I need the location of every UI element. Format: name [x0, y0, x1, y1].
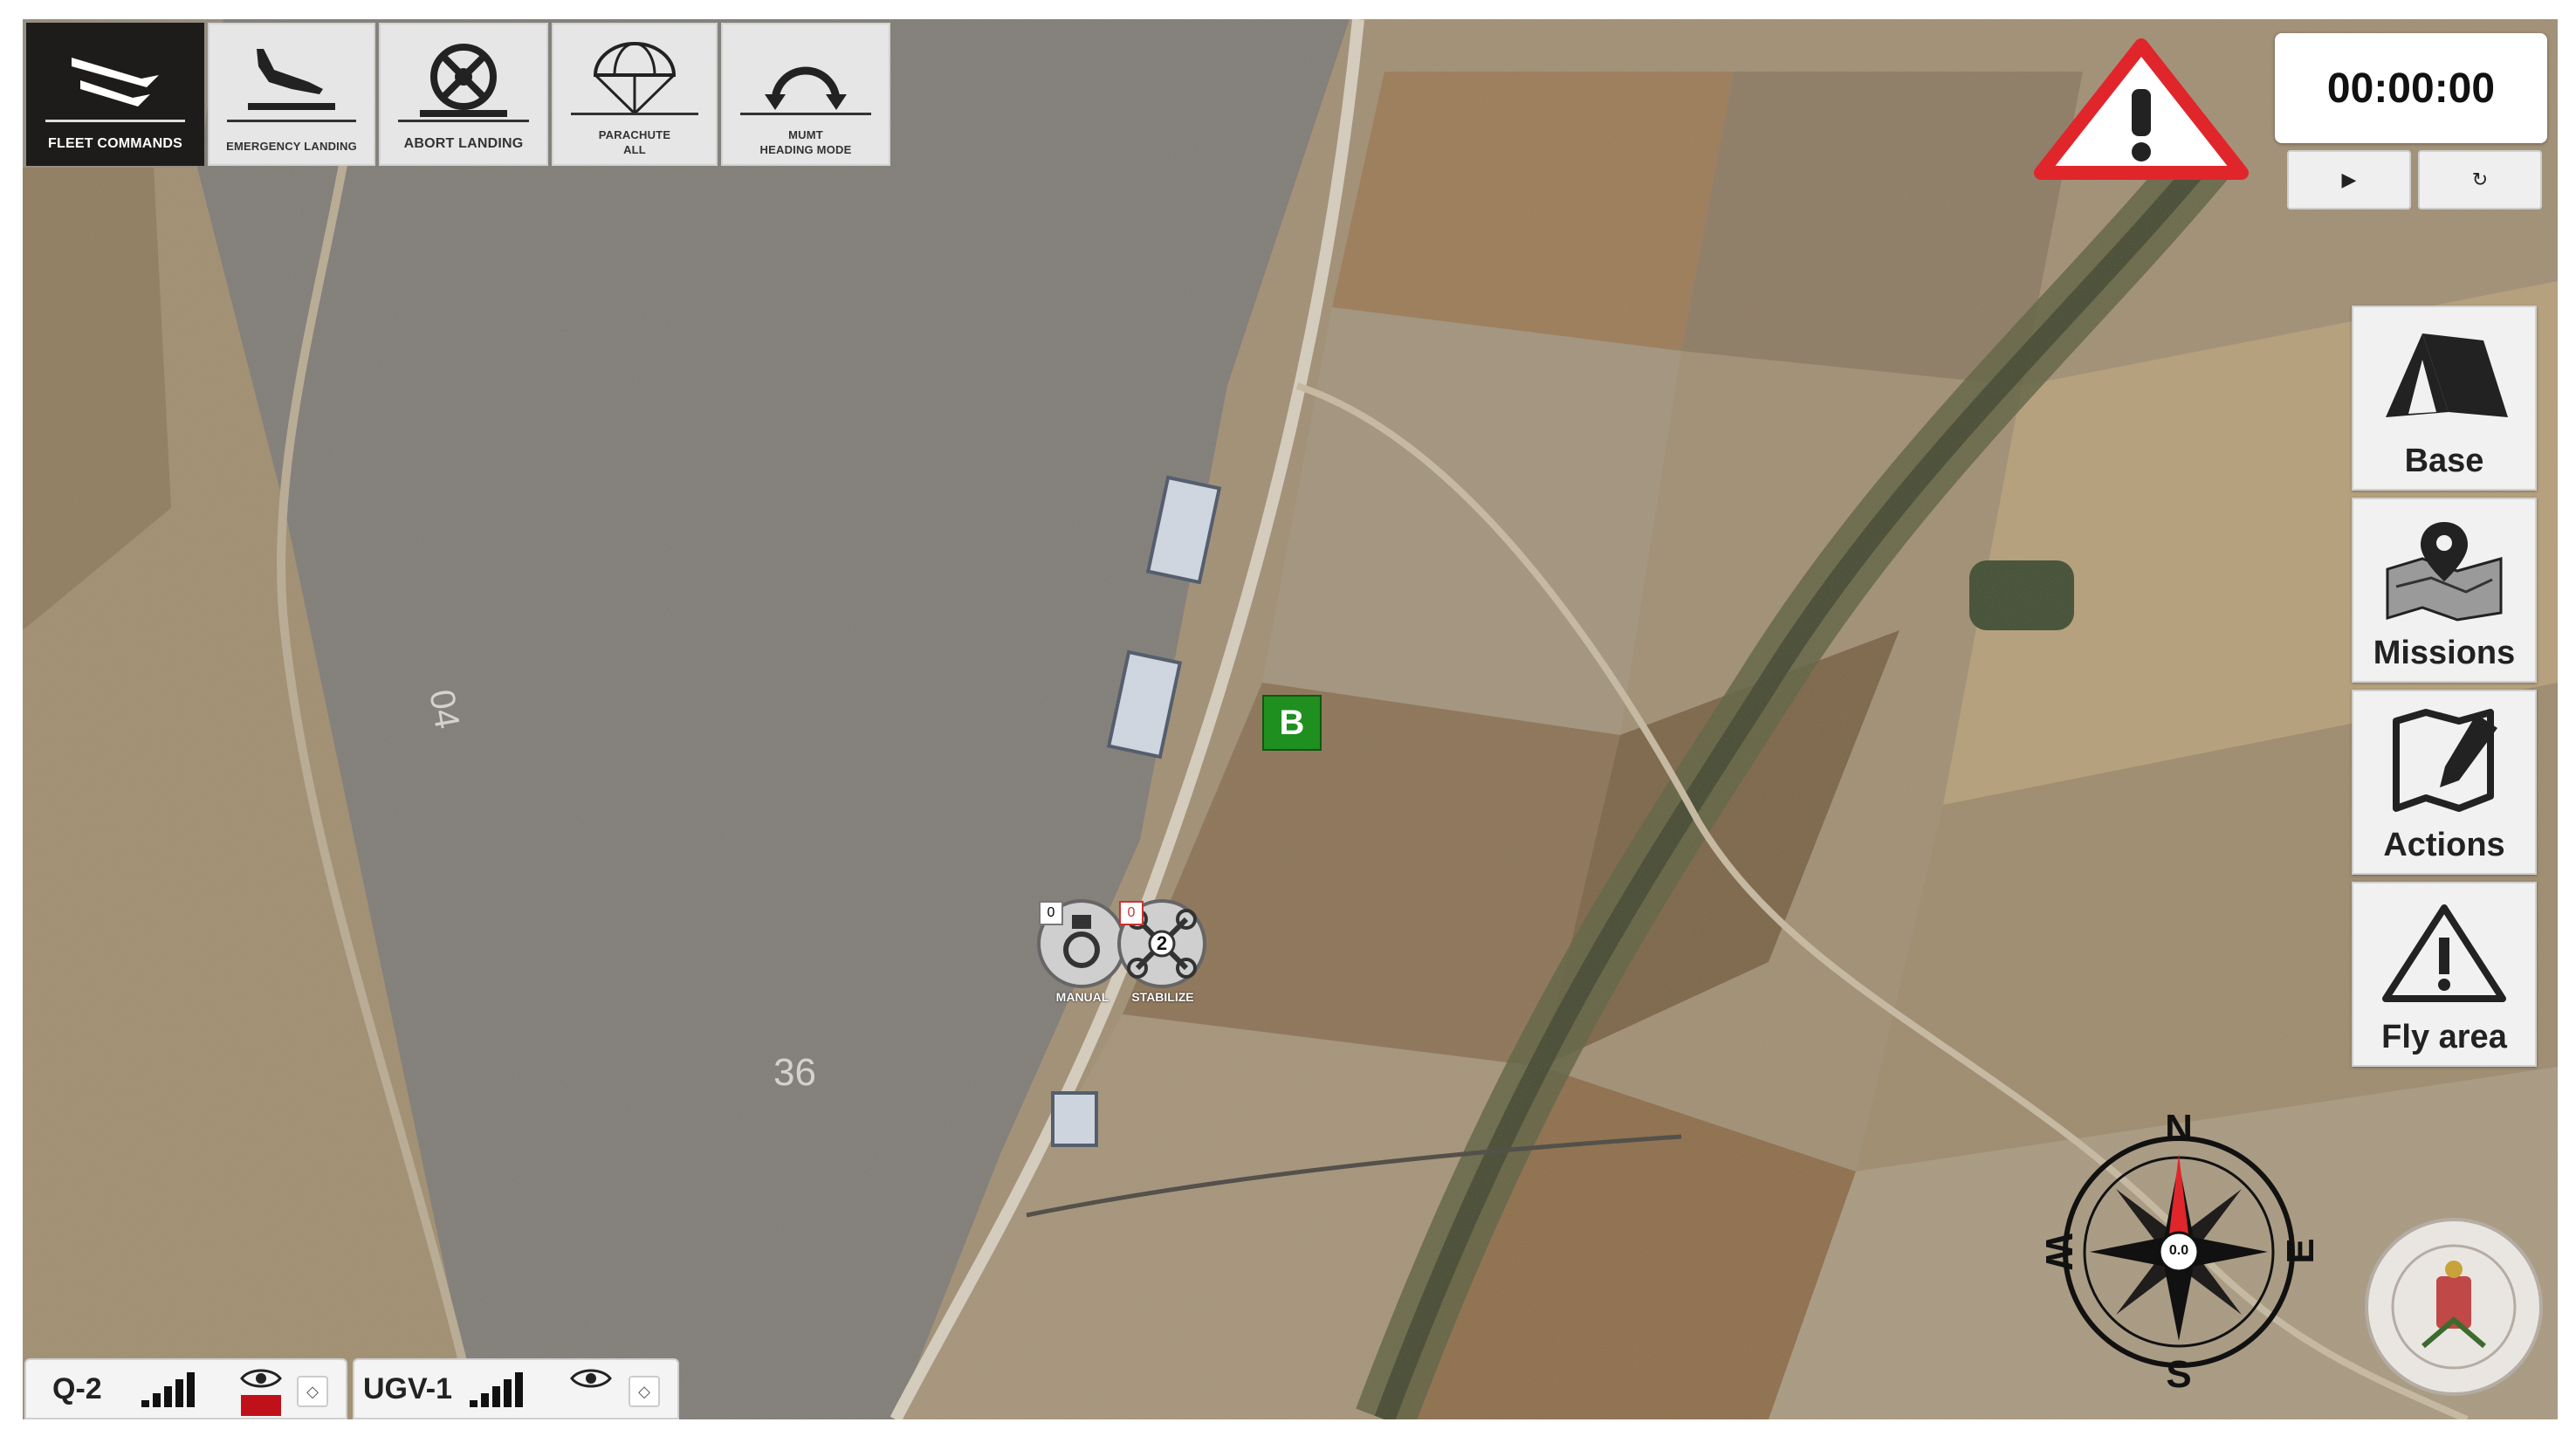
drone-badge: 0	[1119, 901, 1144, 925]
vehicle-status-q2[interactable]: Q-2 ◇	[24, 1358, 347, 1419]
base-marker[interactable]: B	[1262, 695, 1322, 751]
mission-timer: 00:00:00	[2275, 33, 2547, 143]
fleet-commands-label: FLEET COMMANDS	[48, 136, 182, 151]
diamond-icon: ◇	[638, 1382, 650, 1400]
mumt-label-line1: MUMT	[788, 128, 823, 141]
parachute-label-line2: ALL	[623, 143, 646, 156]
fleet-commands-button[interactable]: FLEET COMMANDS	[26, 23, 204, 166]
vehicle-name: Q-2	[52, 1372, 102, 1405]
vehicle-ugv-marker[interactable]: 0	[1035, 897, 1128, 990]
parachute-label-line1: PARACHUTE	[598, 128, 671, 141]
map-pin-icon	[2386, 522, 2503, 622]
signal-strength-icon	[141, 1372, 195, 1407]
vehicle-options-button[interactable]: ◇	[297, 1376, 328, 1407]
compass: N S W E 0.0	[2037, 1107, 2322, 1396]
emergency-landing-label: EMERGENCY LANDING	[226, 140, 357, 153]
fly-area-button[interactable]: Fly area	[2352, 882, 2537, 1067]
parachute-all-button[interactable]: PARACHUTE ALL	[552, 23, 718, 166]
compass-south: S	[2166, 1353, 2192, 1396]
organization-emblem	[2362, 1215, 2545, 1398]
alert-indicator	[241, 1395, 281, 1416]
fly-area-label: Fly area	[2381, 1019, 2507, 1055]
timer-reset-button[interactable]: ↻	[2418, 150, 2542, 210]
vehicle-options-button[interactable]: ◇	[629, 1376, 660, 1407]
alert-button[interactable]	[2034, 38, 2249, 180]
compass-north: N	[2165, 1107, 2193, 1150]
drone-number: 2	[1156, 932, 1168, 954]
abort-landing-icon	[420, 44, 507, 117]
emblem-seal-icon	[2365, 1218, 2543, 1396]
visibility-eye-icon[interactable]	[569, 1365, 613, 1391]
compass-west: W	[2037, 1233, 2080, 1270]
emergency-landing-button[interactable]: EMERGENCY LANDING	[208, 23, 375, 166]
edit-map-icon	[2393, 709, 2497, 812]
warning-triangle-icon	[2034, 38, 2249, 180]
compass-heading: 0.0	[2168, 1243, 2189, 1258]
diamond-icon: ◇	[306, 1382, 319, 1400]
vehicle-drone-marker[interactable]: 2 0	[1116, 897, 1208, 990]
base-button[interactable]: Base	[2352, 306, 2537, 491]
actions-label: Actions	[2383, 827, 2505, 863]
mumt-heading-mode-button[interactable]: MUMT HEADING MODE	[721, 23, 890, 166]
missions-button[interactable]: Missions	[2352, 498, 2537, 683]
actions-button[interactable]: Actions	[2352, 690, 2537, 875]
runway-label-04: 04	[422, 686, 467, 732]
satellite-map[interactable]: 04 36 B 0 2 0 MANUAL STABILIZE N S W E 0…	[23, 19, 2558, 1419]
emergency-landing-icon	[248, 49, 335, 110]
parachute-all-label: PARACHUTE ALL	[553, 127, 716, 157]
drone-mode-label: STABILIZE	[1131, 990, 1194, 1004]
tent-icon	[2386, 333, 2508, 417]
base-label: Base	[2404, 443, 2484, 479]
runway-label-36: 36	[773, 1051, 816, 1094]
heading-mode-icon	[765, 66, 847, 110]
vehicle-name: UGV-1	[363, 1372, 453, 1405]
warning-icon	[2382, 904, 2506, 1002]
parachute-icon	[593, 42, 677, 115]
compass-east: E	[2279, 1238, 2322, 1264]
mumt-heading-mode-label: MUMT HEADING MODE	[723, 127, 889, 157]
vehicle-status-ugv1[interactable]: UGV-1 ◇	[353, 1358, 679, 1419]
ugv-mode-label: MANUAL	[1055, 990, 1109, 1004]
signal-strength-icon	[470, 1372, 523, 1407]
visibility-eye-icon[interactable]	[239, 1365, 283, 1391]
mumt-label-line2: HEADING MODE	[759, 143, 852, 156]
ugv-badge: 0	[1039, 901, 1063, 925]
abort-landing-label: ABORT LANDING	[403, 136, 524, 151]
missions-label: Missions	[2373, 635, 2516, 671]
abort-landing-button[interactable]: ABORT LANDING	[379, 23, 548, 166]
timer-play-button[interactable]: ▶	[2287, 150, 2411, 210]
play-icon: ▶	[2341, 168, 2357, 190]
reset-icon: ↻	[2471, 168, 2489, 190]
fleet-icon	[72, 58, 159, 107]
